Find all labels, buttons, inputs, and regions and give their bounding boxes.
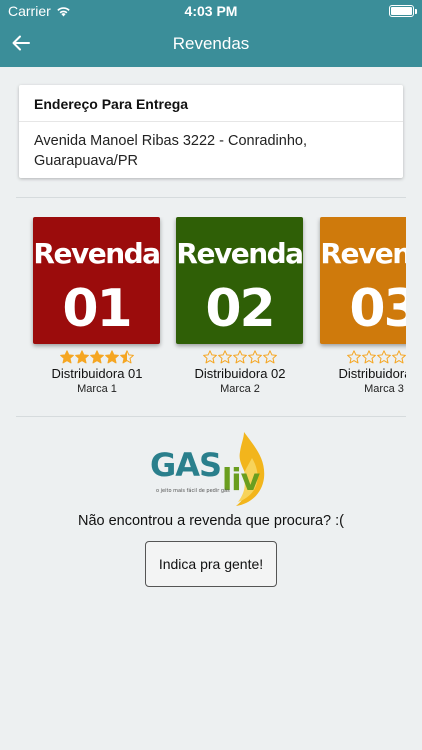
reseller-tile-word: Revenda [176, 237, 303, 270]
gasliv-logo: GAS liv o jeito mais fácil de pedir gás [148, 428, 274, 508]
delivery-address-card[interactable]: Endereço Para Entrega Avenida Manoel Rib… [19, 85, 403, 178]
star-filled-icon [105, 350, 119, 364]
status-time: 4:03 PM [184, 3, 238, 19]
star-empty-icon [203, 350, 217, 364]
top-bar: Carrier 4:03 PM Revendas [0, 0, 422, 67]
star-empty-icon [377, 350, 391, 364]
reseller-card-3[interactable]: Revenda 03 Distribuidora 03 Marca 3 [320, 217, 406, 396]
reseller-card-2[interactable]: Revenda 02 Distribuidora 02 Marca 2 [176, 217, 304, 396]
reseller-brand: Marca 1 [77, 383, 117, 395]
star-filled-icon [60, 350, 74, 364]
address-card-title: Endereço Para Entrega [19, 85, 403, 122]
suggest-reseller-button[interactable]: Indica pra gente! [145, 541, 277, 587]
reseller-card-1[interactable]: Revenda 01 Distribuidora 01 Marca 1 [33, 217, 161, 396]
star-empty-icon [362, 350, 376, 364]
rating-stars [320, 350, 406, 365]
rating-stars [33, 350, 161, 365]
reseller-name: Distribuidora 03 [338, 366, 406, 381]
divider-top [16, 197, 406, 198]
star-empty-icon [347, 350, 361, 364]
rating-stars [176, 350, 304, 365]
star-empty-icon [233, 350, 247, 364]
star-filled-icon [75, 350, 89, 364]
svg-text:GAS: GAS [150, 446, 221, 484]
reseller-name: Distribuidora 02 [194, 366, 286, 381]
reseller-tile: Revenda 03 [320, 217, 406, 344]
star-empty-icon [263, 350, 277, 364]
not-found-message: Não encontrou a revenda que procura? :( [77, 513, 344, 529]
logo-tagline: o jeito mais fácil de pedir gás [156, 487, 230, 494]
page-title: Revendas [172, 34, 250, 53]
reseller-name: Distribuidora 01 [51, 366, 143, 381]
star-empty-icon [218, 350, 232, 364]
star-empty-icon [392, 350, 406, 364]
reseller-tile-number: 02 [205, 279, 275, 339]
star-filled-icon [90, 350, 104, 364]
reseller-tile-word: Revenda [33, 237, 160, 270]
reseller-tile: Revenda 01 [33, 217, 160, 344]
reseller-brand: Marca 3 [364, 383, 404, 395]
divider-bottom [16, 416, 406, 417]
star-empty-icon [248, 350, 262, 364]
battery-icon [389, 5, 417, 17]
reseller-tile-number: 03 [349, 279, 406, 339]
reseller-brand: Marca 2 [220, 383, 260, 395]
reseller-tile-number: 01 [62, 279, 132, 339]
status-bar: Carrier 4:03 PM [0, 0, 422, 22]
address-text: Avenida Manoel Ribas 3222 - Conradinho, … [34, 133, 307, 169]
reseller-tile: Revenda 02 [176, 217, 303, 344]
reseller-tile-word: Revenda [320, 237, 406, 270]
reseller-carousel[interactable]: Revenda 01 Distribuidora 01 Marca 1 Reve… [0, 217, 406, 402]
star-half-icon [120, 350, 134, 364]
